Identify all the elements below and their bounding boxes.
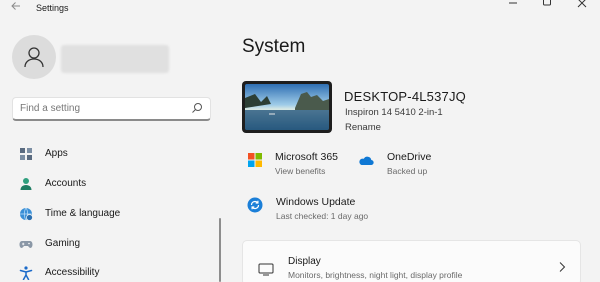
sidebar-item-accessibility[interactable]: Accessibility [0, 260, 220, 282]
sidebar-scrollbar[interactable] [219, 218, 221, 282]
sidebar: Find a setting Apps Accounts Time & lang… [0, 18, 230, 282]
user-icon [24, 47, 44, 68]
apps-icon [20, 148, 32, 160]
display-settings-card[interactable]: Display Monitors, brightness, night ligh… [242, 240, 581, 282]
sidebar-item-label: Apps [45, 148, 68, 159]
tile-title: OneDrive [387, 151, 432, 163]
maximize-icon [543, 0, 551, 6]
tile-subtitle: Last checked: 1 day ago [276, 211, 369, 221]
device-thumbnail [242, 81, 332, 133]
sidebar-item-label: Time & language [45, 208, 121, 219]
card-title: Display [288, 256, 321, 267]
tile-subtitle: Backed up [387, 166, 428, 176]
page-title: System [242, 36, 306, 57]
globe-clock-icon [20, 207, 33, 221]
chevron-right-icon [559, 262, 566, 272]
avatar[interactable] [12, 35, 56, 79]
monitor-icon [258, 263, 274, 276]
tile-subtitle: View benefits [275, 166, 326, 176]
maximize-button[interactable] [537, 0, 557, 11]
close-button[interactable] [572, 0, 592, 11]
accounts-icon [20, 178, 32, 190]
wallpaper-image [245, 84, 329, 130]
sidebar-item-label: Accounts [45, 178, 87, 189]
onedrive-cloud-icon [359, 156, 374, 166]
sidebar-item-gaming[interactable]: Gaming [0, 231, 220, 257]
search-box[interactable]: Find a setting [12, 97, 211, 121]
sidebar-item-label: Gaming [45, 238, 81, 249]
tile-title: Microsoft 365 [275, 151, 339, 163]
device-model: Inspiron 14 5410 2-in-1 [345, 107, 443, 118]
sidebar-item-apps[interactable]: Apps [0, 141, 220, 167]
username-redacted [61, 45, 169, 73]
minimize-icon [509, 2, 517, 4]
arrow-left-icon [11, 2, 20, 10]
microsoft-logo-icon [248, 153, 262, 167]
search-icon[interactable] [191, 102, 203, 114]
gamepad-icon [19, 241, 33, 248]
accessibility-icon [19, 266, 33, 280]
close-icon [577, 0, 587, 8]
main-content: System DESKTOP-4L537JQ Inspiron 14 5410 … [230, 18, 600, 282]
device-name: DESKTOP-4L537JQ [344, 89, 466, 104]
search-input[interactable]: Find a setting [20, 103, 80, 114]
minimize-button[interactable] [503, 0, 523, 11]
rename-link[interactable]: Rename [345, 122, 381, 133]
sidebar-item-label: Accessibility [45, 267, 100, 278]
sidebar-item-accounts[interactable]: Accounts [0, 171, 220, 197]
app-title: Settings [36, 3, 69, 13]
tile-title: Windows Update [276, 196, 356, 208]
sidebar-item-time-language[interactable]: Time & language [0, 201, 220, 227]
windows-update-icon [247, 197, 263, 213]
card-subtitle: Monitors, brightness, night light, displ… [288, 270, 463, 280]
title-bar: Settings [0, 0, 600, 18]
back-button[interactable] [9, 1, 23, 15]
